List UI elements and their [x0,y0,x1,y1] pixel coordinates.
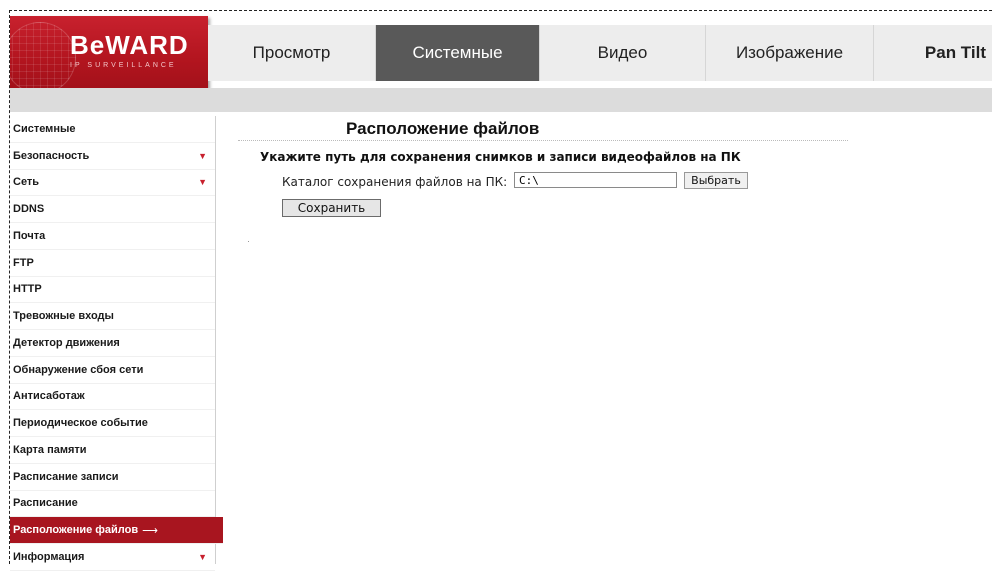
sidebar-item-label: Карта памяти [13,443,87,456]
stray-dot [248,241,249,242]
sidebar-item-network-failure[interactable]: Обнаружение сбоя сети [10,357,215,384]
sidebar-item-label: Почта [13,229,46,242]
sidebar-item-record-schedule[interactable]: Расписание записи [10,464,215,491]
chevron-down-icon: ▼ [198,150,207,161]
tab-view[interactable]: Просмотр [208,25,376,81]
sidebar-item-periodic-event[interactable]: Периодическое событие [10,410,215,437]
sidebar-item-label: Антисаботаж [13,390,85,403]
globe-icon [10,22,76,88]
sidebar-item-http[interactable]: HTTP [10,277,215,304]
save-path-input[interactable] [514,172,677,188]
sidebar-item-label: Безопасность [13,149,90,162]
title-divider [238,140,848,141]
sidebar-item-ddns[interactable]: DDNS [10,196,215,223]
sidebar-item-label: Системные [13,122,76,135]
sidebar: Системные Безопасность ▼ Сеть ▼ DDNS Почта… [10,116,223,571]
sidebar-item-label: DDNS [13,203,45,216]
sidebar-item-tamper[interactable]: Антисаботаж [10,384,215,411]
logo-brand: BeWARD [70,30,189,60]
logo-tagline: IP SURVEILLANCE [70,62,177,69]
tab-pan-tilt[interactable]: Pan Tilt [874,25,992,81]
choose-folder-button[interactable]: Выбрать [684,172,748,189]
chevron-down-icon: ▼ [198,177,207,188]
sidebar-item-system[interactable]: Системные [10,116,215,143]
sidebar-item-label: Сеть [13,176,40,189]
sidebar-item-mail[interactable]: Почта [10,223,215,250]
page-frame-top [9,10,992,11]
section-description: Укажите путь для сохранения снимков и за… [260,150,741,164]
sidebar-item-ftp[interactable]: FTP [10,250,215,277]
sidebar-item-label: Расположение файлов [13,524,139,537]
sidebar-item-label: Расписание записи [13,470,119,483]
save-button[interactable]: Сохранить [282,199,381,217]
sidebar-item-label: Расписание [13,497,78,510]
arrow-right-icon: ⟶ [142,524,158,537]
sidebar-item-motion-detection[interactable]: Детектор движения [10,330,215,357]
sidebar-item-label: FTP [13,256,34,269]
tab-video[interactable]: Видео [540,25,706,81]
sidebar-item-alarm-inputs[interactable]: Тревожные входы [10,303,215,330]
sidebar-item-label: Детектор движения [13,336,120,349]
sidebar-item-security[interactable]: Безопасность ▼ [10,143,215,170]
sidebar-item-schedule[interactable]: Расписание [10,491,215,518]
sidebar-item-label: Периодическое событие [13,417,148,430]
sub-navigation-bar [10,88,992,112]
sidebar-item-label: Тревожные входы [13,310,114,323]
beward-logo[interactable]: BeWARD IP SURVEILLANCE [10,16,208,88]
sidebar-item-memory-card[interactable]: Карта памяти [10,437,215,464]
sidebar-item-label: Информация [13,550,85,563]
tab-image[interactable]: Изображение [706,25,874,81]
save-path-label: Каталог сохранения файлов на ПК: [282,175,508,189]
page-title: Расположение файлов [346,119,540,138]
sidebar-item-network[interactable]: Сеть ▼ [10,170,215,197]
sidebar-item-label: HTTP [13,283,42,296]
top-navigation: Просмотр Системные Видео Изображение Pan… [208,25,992,81]
sidebar-item-file-location[interactable]: Расположение файлов ⟶ [10,517,223,544]
chevron-down-icon: ▼ [198,551,207,562]
tab-system[interactable]: Системные [376,25,540,81]
sidebar-item-information[interactable]: Информация ▼ [10,544,215,571]
sidebar-item-label: Обнаружение сбоя сети [13,363,144,376]
